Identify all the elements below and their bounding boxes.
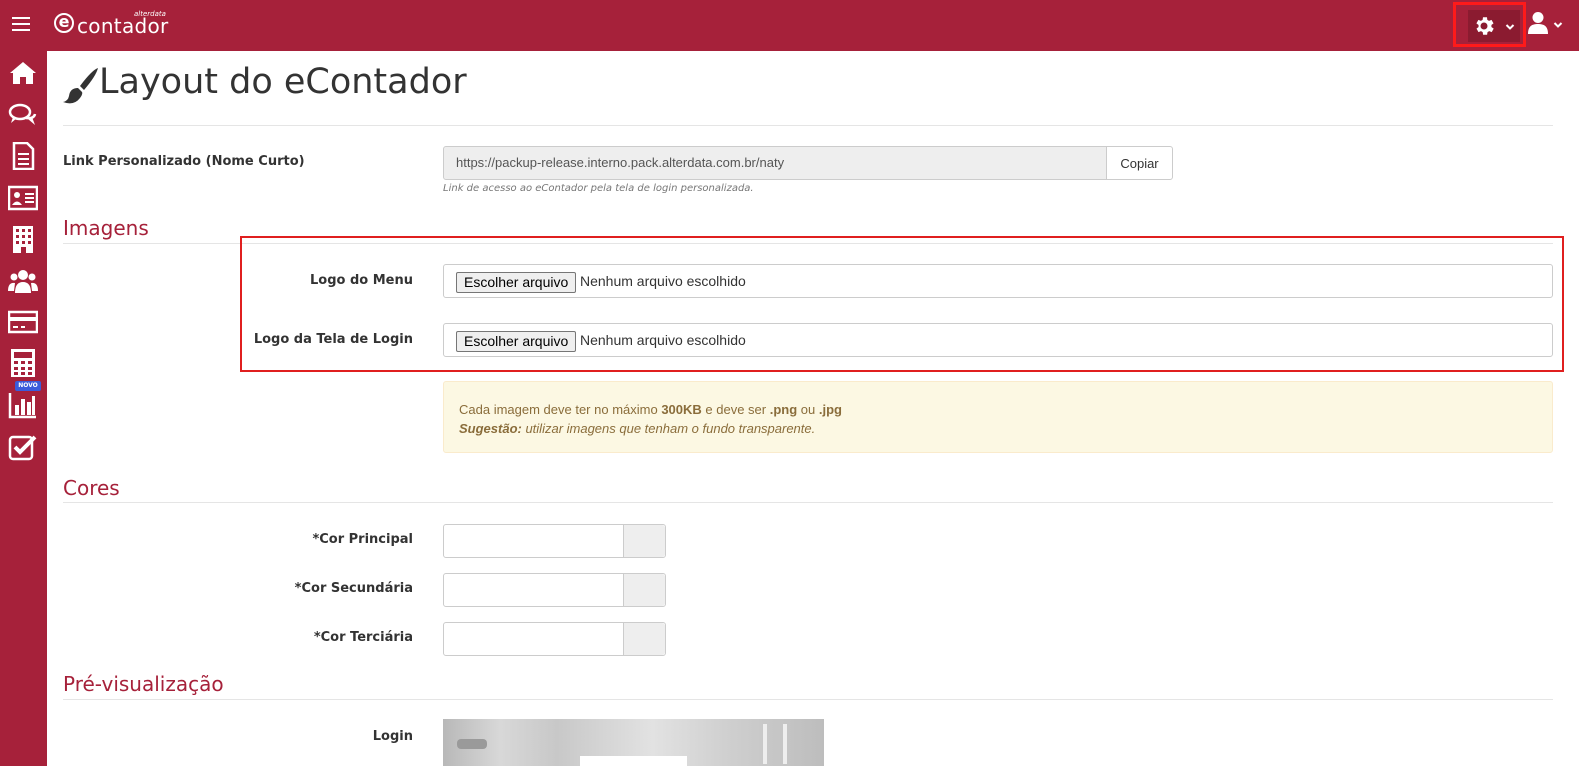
alert-line-1: Cada imagem deve ter no máximo 300KB e d…	[459, 400, 1537, 419]
top-navbar: e contador alterdata	[0, 0, 1579, 51]
sidebar-item-companies[interactable]	[8, 225, 38, 253]
sidebar-item-payments[interactable]	[7, 308, 39, 336]
novo-badge: NOVO	[15, 381, 41, 391]
login-preview-image	[443, 719, 824, 766]
login-logo-choose-file-button[interactable]: Escolher arquivo	[456, 331, 577, 352]
alert-text: e deve ser	[701, 402, 770, 417]
document-icon	[12, 141, 35, 171]
custom-link-field[interactable]: https://packup-release.interno.pack.alte…	[443, 146, 1107, 180]
preview-section-title: Pré-visualização	[63, 672, 224, 696]
building-icon	[13, 226, 33, 253]
settings-highlight-box	[1453, 2, 1526, 47]
menu-logo-label: Logo do Menu	[309, 273, 413, 288]
sidebar-item-contacts[interactable]	[7, 184, 39, 212]
image-requirements-alert: Cada imagem deve ter no máximo 300KB e d…	[443, 381, 1553, 453]
page-title: Layout do eContador	[99, 62, 467, 102]
login-logo-label: Logo da Tela de Login	[253, 332, 413, 347]
sidebar-item-documents[interactable]	[8, 141, 38, 171]
bar-chart-icon	[8, 393, 36, 419]
colors-divider	[63, 502, 1553, 503]
alert-suggestion-text: utilizar imagens que tenham o fundo tran…	[521, 421, 816, 436]
login-logo-file-status: Nenhum arquivo escolhido	[580, 332, 746, 348]
secondary-color-input[interactable]	[443, 573, 666, 607]
users-icon	[8, 270, 38, 293]
checkbox-icon	[8, 435, 37, 461]
chat-icon	[8, 103, 37, 125]
primary-color-label: *Cor Principal	[312, 532, 413, 547]
primary-color-input[interactable]	[443, 524, 666, 558]
tertiary-color-swatch[interactable]	[623, 623, 665, 655]
images-section-title: Imagens	[63, 216, 149, 240]
settings-dropdown-button[interactable]	[1468, 10, 1520, 42]
login-preview-label: Login	[372, 729, 413, 744]
alert-suggestion-label: Sugestão:	[459, 421, 522, 436]
alert-jpg: .jpg	[818, 402, 842, 417]
login-logo-file-input[interactable]: Escolher arquivo Nenhum arquivo escolhid…	[443, 323, 1553, 357]
menu-logo-choose-file-button[interactable]: Escolher arquivo	[456, 272, 577, 293]
sidebar: NOVO	[0, 51, 47, 766]
link-help-text: Link de acesso ao eContador pela tela de…	[443, 183, 754, 194]
copy-button[interactable]: Copiar	[1106, 146, 1173, 180]
logo-letter: e	[54, 13, 74, 33]
credit-card-icon	[7, 310, 39, 334]
sidebar-item-home[interactable]	[8, 59, 38, 87]
home-icon	[10, 62, 36, 84]
preview-divider	[63, 699, 1553, 700]
sidebar-item-calculator[interactable]	[8, 349, 38, 377]
alert-text: Cada imagem deve ter no máximo	[459, 402, 662, 417]
tertiary-color-input[interactable]	[443, 622, 666, 656]
sidebar-item-chat[interactable]	[8, 101, 38, 129]
menu-logo-file-status: Nenhum arquivo escolhido	[580, 273, 746, 289]
calculator-icon	[11, 349, 35, 377]
logo-subtext: alterdata	[134, 10, 166, 18]
colors-section-title: Cores	[63, 476, 120, 500]
alert-max-size: 300KB	[661, 402, 702, 417]
chevron-down-icon	[1505, 24, 1515, 30]
hamburger-menu-icon[interactable]	[12, 17, 30, 31]
contact-card-icon	[7, 185, 39, 211]
secondary-color-swatch[interactable]	[623, 574, 665, 606]
alert-text: ou	[797, 402, 819, 417]
user-icon	[1528, 12, 1548, 34]
alert-line-2: Sugestão: utilizar imagens que tenham o …	[459, 419, 1537, 438]
tertiary-color-label: *Cor Terciária	[313, 630, 413, 645]
paint-brush-icon	[63, 68, 98, 104]
sidebar-item-tasks[interactable]	[8, 433, 38, 461]
sidebar-item-users[interactable]	[8, 267, 38, 295]
sidebar-item-reports[interactable]	[8, 391, 38, 419]
menu-logo-file-input[interactable]: Escolher arquivo Nenhum arquivo escolhid…	[443, 264, 1553, 298]
link-label: Link Personalizado (Nome Curto)	[63, 154, 305, 169]
primary-color-swatch[interactable]	[623, 525, 665, 557]
secondary-color-label: *Cor Secundária	[294, 581, 413, 596]
gear-icon	[1476, 17, 1494, 35]
chevron-down-icon	[1553, 22, 1563, 28]
title-divider	[63, 125, 1553, 126]
alert-png: .png	[769, 402, 798, 417]
